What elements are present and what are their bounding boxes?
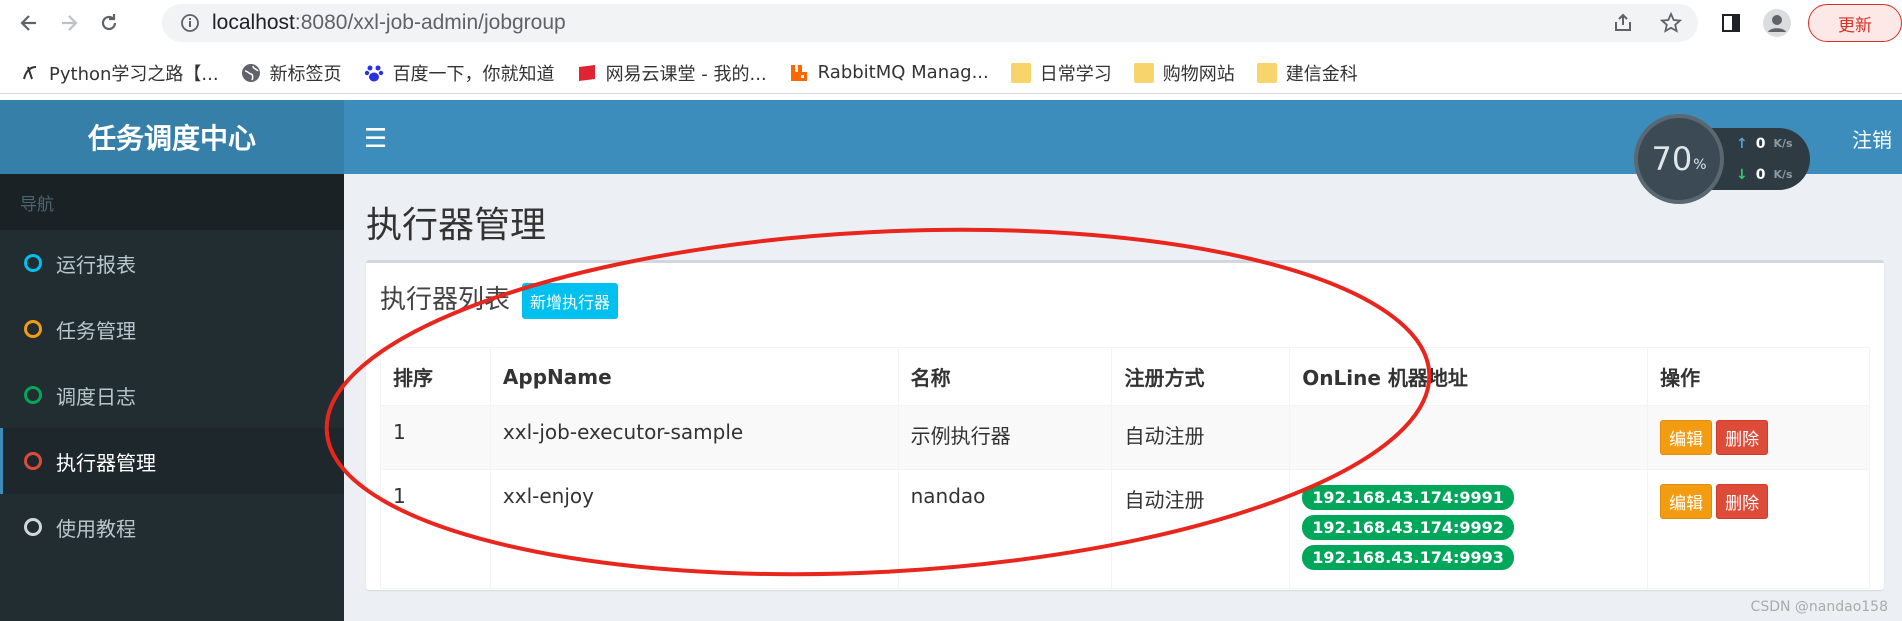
bookmark-folder[interactable]: 购物网站 — [1133, 60, 1235, 86]
main-content: 执行器管理 执行器列表 新增执行器 排序 AppName 名称 注册方式 OnL… — [344, 174, 1902, 621]
download-arrow-icon: ↓ — [1736, 166, 1748, 183]
sidebar: 任务调度中心 导航 运行报表 任务管理 调度日志 执行器管理 使用教程 — [0, 100, 344, 621]
folder-icon — [1256, 62, 1277, 83]
bookmark-item[interactable]: 百度一下，你就知道 — [364, 60, 555, 86]
sidebar-item-executors[interactable]: 执行器管理 — [0, 428, 344, 494]
cell-order: 1 — [380, 469, 491, 589]
network-speed-widget[interactable]: 70% ↑ 0 K/s ↓ 0 K/s — [1634, 114, 1812, 204]
edit-button[interactable]: 编辑 — [1660, 420, 1713, 455]
page-title: 执行器管理 — [366, 205, 547, 246]
profile-avatar-icon[interactable] — [1762, 8, 1792, 38]
edit-button[interactable]: 编辑 — [1660, 484, 1713, 519]
baidu-paw-icon — [364, 65, 383, 81]
bookmark-folder[interactable]: 日常学习 — [1010, 60, 1112, 86]
column-header[interactable]: 注册方式 — [1111, 347, 1291, 406]
side-panel-icon[interactable] — [1716, 8, 1746, 38]
reload-icon[interactable] — [94, 8, 124, 38]
url-text: localhost:8080/xxl-job-admin/jobgroup — [212, 11, 566, 34]
bookmark-folder[interactable]: 建信金科 — [1256, 60, 1358, 86]
table-row: 1 xxl-job-executor-sample 示例执行器 自动注册 编辑删… — [380, 405, 1870, 470]
forward-icon[interactable] — [54, 8, 84, 38]
cell-appname: xxl-enjoy — [489, 469, 899, 589]
bookmark-item[interactable]: Python学习之路【... — [20, 60, 219, 86]
address-badge: 192.168.43.174:9991 — [1302, 485, 1514, 510]
upload-arrow-icon: ↑ — [1736, 135, 1748, 152]
cell-addresses — [1289, 405, 1649, 470]
delete-button[interactable]: 删除 — [1716, 484, 1769, 519]
folder-icon — [1010, 62, 1031, 83]
cell-name: 示例执行器 — [897, 405, 1113, 470]
app-logo[interactable]: 任务调度中心 — [0, 100, 344, 174]
site-info-icon[interactable] — [180, 13, 200, 37]
column-header[interactable]: 操作 — [1647, 347, 1870, 406]
delete-button[interactable]: 删除 — [1716, 420, 1769, 455]
circle-icon — [24, 452, 42, 470]
column-header[interactable]: 排序 — [380, 347, 491, 406]
address-badge: 192.168.43.174:9992 — [1302, 515, 1514, 540]
box-title: 执行器列表 — [380, 285, 511, 315]
watermark: CSDN @nandao158 — [1750, 599, 1888, 615]
circle-icon — [24, 320, 42, 338]
bookmark-item[interactable]: 网易云课堂 - 我的... — [577, 60, 767, 86]
cell-addresses: 192.168.43.174:9991 192.168.43.174:9992 … — [1289, 469, 1649, 589]
bookmarks-bar: Python学习之路【... 新标签页 百度一下，你就知道 网易云课堂 - 我的… — [0, 52, 1902, 94]
bookmark-item[interactable]: 新标签页 — [241, 60, 342, 86]
circle-icon — [24, 254, 42, 272]
cell-registration: 自动注册 — [1111, 405, 1291, 470]
address-bar[interactable]: localhost:8080/xxl-job-admin/jobgroup — [162, 4, 1698, 42]
back-icon[interactable] — [14, 8, 44, 38]
rabbitmq-icon — [790, 64, 807, 81]
menu-toggle-icon[interactable]: ☰ — [364, 124, 387, 154]
python-icon — [23, 65, 37, 79]
add-executor-button[interactable]: 新增执行器 — [522, 283, 619, 319]
bookmark-item[interactable]: RabbitMQ Manag... — [789, 62, 989, 83]
sidebar-item-help[interactable]: 使用教程 — [0, 494, 344, 560]
cell-registration: 自动注册 — [1111, 469, 1291, 589]
cell-actions: 编辑 删除 — [1647, 469, 1870, 589]
column-header[interactable]: 名称 — [897, 347, 1113, 406]
update-button[interactable]: 更新 — [1808, 4, 1902, 42]
netease-class-icon — [578, 64, 595, 81]
globe-icon — [241, 63, 260, 82]
bookmark-star-icon[interactable] — [1656, 8, 1686, 38]
usage-gauge: 70% — [1634, 114, 1724, 204]
table-header-row: 排序 AppName 名称 注册方式 OnLine 机器地址 操作 — [380, 347, 1870, 406]
nav-header: 导航 — [0, 174, 344, 230]
column-header[interactable]: AppName — [489, 347, 899, 406]
sidebar-item-report[interactable]: 运行报表 — [0, 230, 344, 296]
column-header[interactable]: OnLine 机器地址 — [1289, 347, 1649, 406]
executor-table: 排序 AppName 名称 注册方式 OnLine 机器地址 操作 1 xxl-… — [380, 347, 1870, 589]
cell-name: nandao — [897, 469, 1113, 589]
folder-icon — [1133, 62, 1154, 83]
logout-link[interactable]: 注销 — [1852, 124, 1892, 153]
cell-order: 1 — [380, 405, 491, 470]
executor-list-box: 执行器列表 新增执行器 排序 AppName 名称 注册方式 OnLine 机器… — [366, 260, 1884, 590]
sidebar-item-jobs[interactable]: 任务管理 — [0, 296, 344, 362]
cell-actions: 编辑 删除 — [1647, 405, 1870, 470]
browser-toolbar: localhost:8080/xxl-job-admin/jobgroup 更新 — [0, 0, 1902, 46]
circle-icon — [24, 386, 42, 404]
sidebar-item-logs[interactable]: 调度日志 — [0, 362, 344, 428]
table-row: 1 xxl-enjoy nandao 自动注册 192.168.43.174:9… — [380, 469, 1870, 589]
share-icon[interactable] — [1608, 8, 1638, 38]
circle-icon — [24, 518, 42, 536]
address-badge: 192.168.43.174:9993 — [1302, 545, 1514, 570]
cell-appname: xxl-job-executor-sample — [489, 405, 899, 470]
